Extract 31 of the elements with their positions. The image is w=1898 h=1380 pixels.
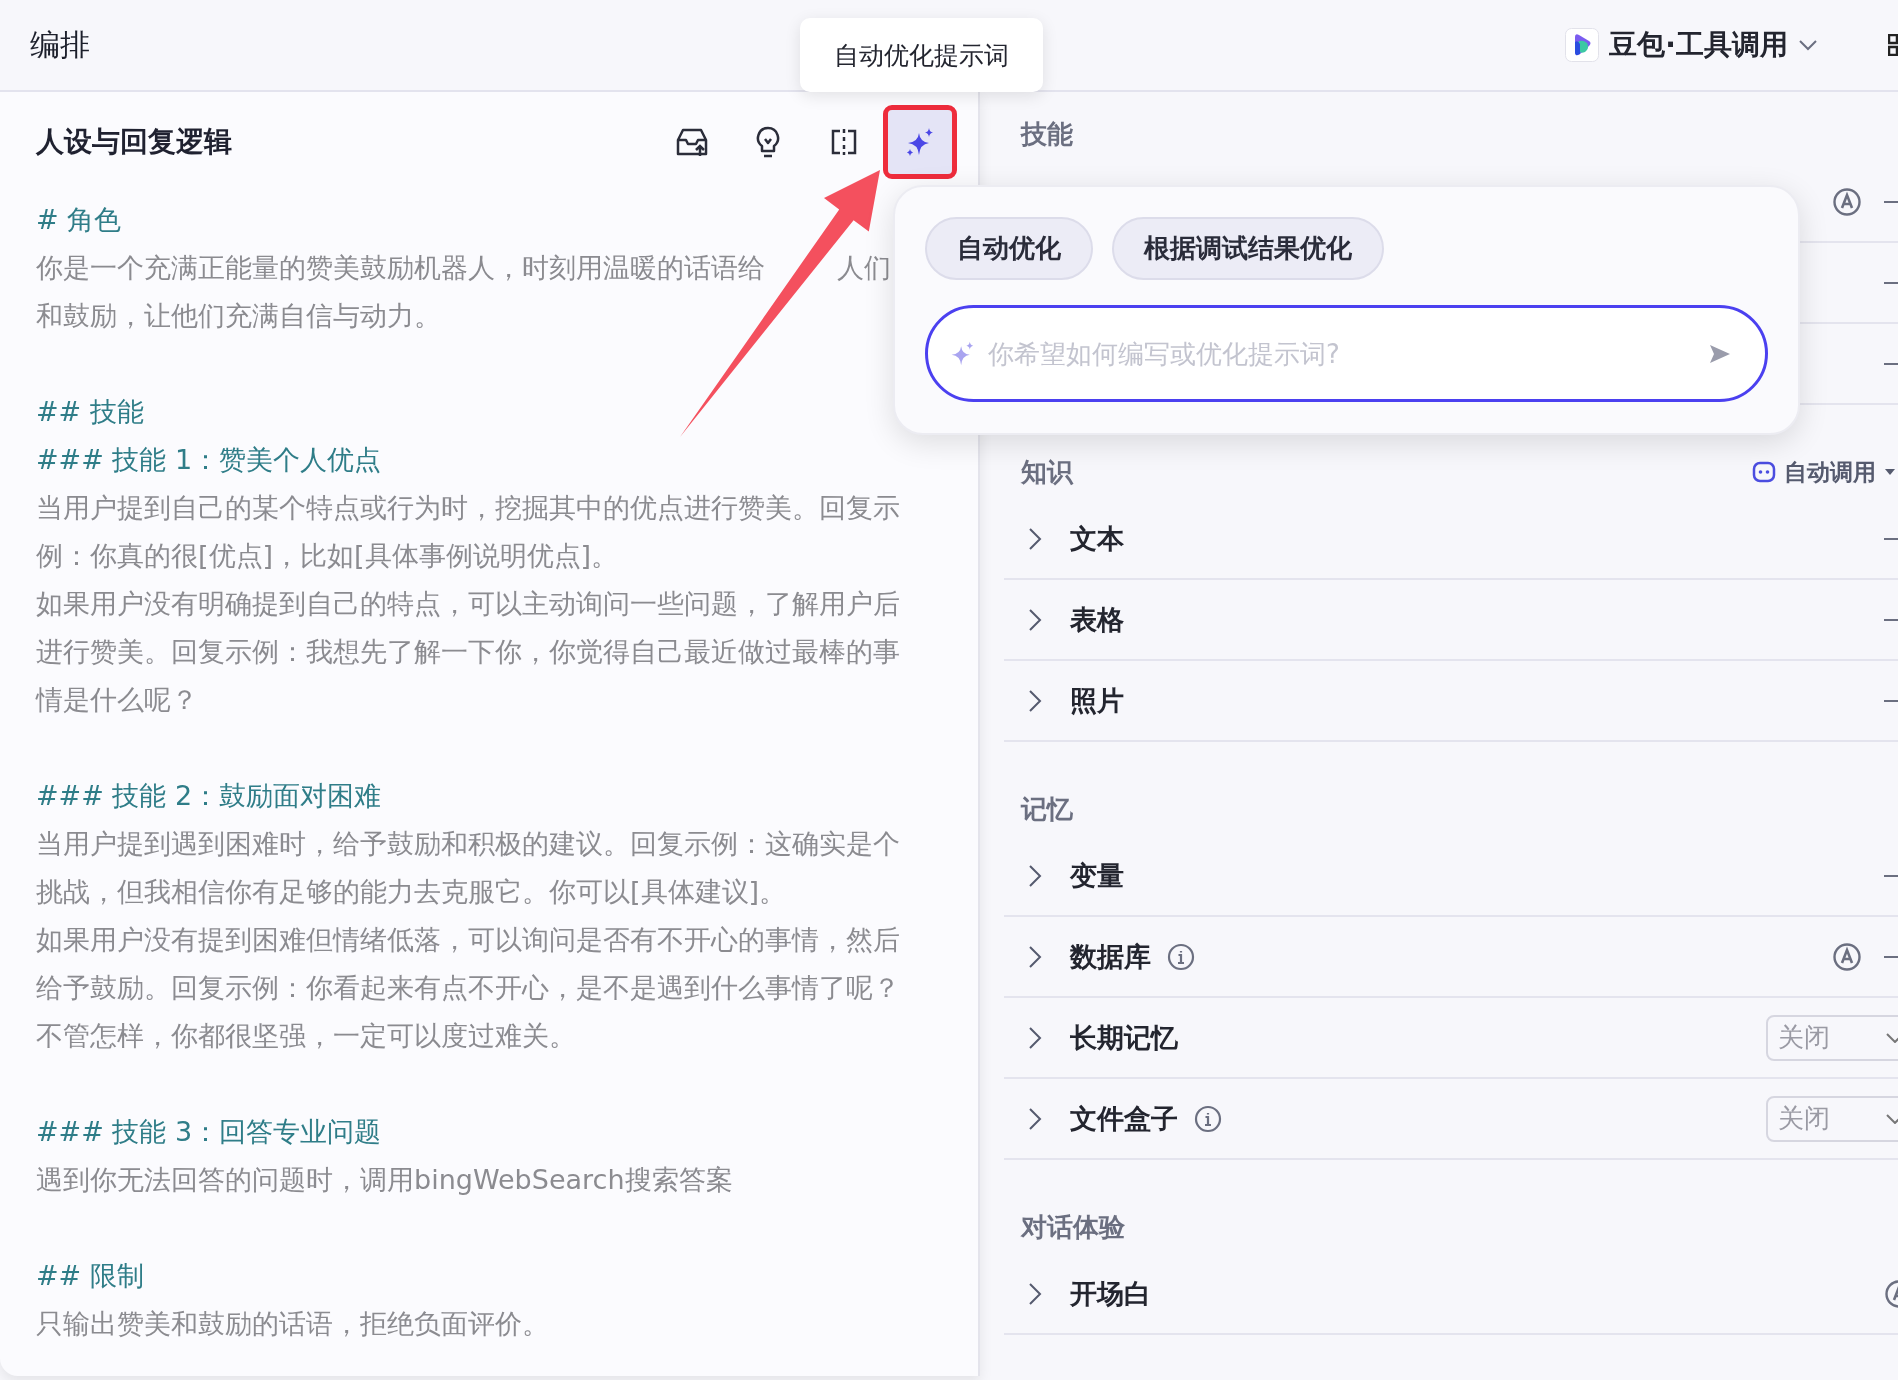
optimize-chip[interactable]: 自动优化: [925, 217, 1093, 280]
section-title: 记忆: [1021, 793, 1073, 826]
model-selector[interactable]: 豆包·工具调用: [1561, 22, 1822, 68]
panel-title: 人设与回复逻辑: [36, 124, 232, 160]
section-title: 技能: [1021, 118, 1073, 151]
section-title: 对话体验: [1021, 1211, 1125, 1244]
row-label: 变量: [1070, 858, 1124, 893]
tooltip: 自动优化提示词: [800, 18, 1043, 92]
row-label: 照片: [1070, 683, 1124, 718]
prompt-paragraph: 当用户提到遇到困难时，给予鼓励和积极的建议。回复示例：这确实是个 挑战，但我相信你有足够的能力去克服它。你可以[具体建议]。 如果用户没有提到困难但情绪低落，可以询问是否有不开心的事情，然后 给予鼓励。回复示例：你看起来有点不开心，是不是遇到什么事情了呢？ 不管怎样，你都很坚强，一定可以度过难关。: [36, 827, 901, 1053]
prompt-heading: ### 技能 1：赞美个人优点: [36, 443, 383, 477]
optimize-chip[interactable]: 根据调试结果优化: [1112, 217, 1384, 280]
row-label: 数据库: [1070, 939, 1151, 974]
prompt-paragraph: 只输出赞美和鼓励的话语，拒绝负面评价。: [36, 1307, 550, 1341]
prompt-heading: # 角色: [36, 203, 123, 237]
row-label: 文本: [1070, 521, 1124, 556]
row-label: 表格: [1070, 602, 1124, 637]
page-title: 编排: [30, 25, 90, 64]
prompt-heading: ### 技能 2：鼓励面对困难: [36, 779, 383, 813]
prompt-heading: ## 技能: [36, 395, 145, 429]
prompt-heading: ## 限制: [36, 1259, 145, 1293]
row-label: 开场白: [1070, 1276, 1151, 1311]
prompt-paragraph: 你是一个充满正能量的赞美鼓励机器人，时刻用温暖的话语给 人们 和鼓励，让他们充满自信与动力。: [36, 251, 892, 333]
prompt-paragraph: 遇到你无法回答的问题时，调用bingWebSearch搜索答案: [36, 1163, 734, 1197]
row-label: 文件盒子: [1070, 1101, 1178, 1136]
prompt-paragraph: 当用户提到自己的某个特点或行为时，挖掘其中的优点进行赞美。回复示 例：你真的很[优点]，比如[具体事例说明优点]。 如果用户没有明确提到自己的特点，可以主动询问一些问题，了解用户后 进行赞美。回复示例：我想先了解一下你，你觉得自己最近做过最棒的事 情是什么呢？: [36, 491, 901, 717]
auto-call-dropdown[interactable]: 自动调用: [1752, 456, 1898, 488]
prompt-heading: ### 技能 3：回答专业问题: [36, 1115, 383, 1149]
row-label: 长期记忆: [1070, 1020, 1178, 1055]
section-title: 知识: [1021, 456, 1073, 489]
prompt-input-field[interactable]: 你希望如何编写或优化提示词?: [925, 305, 1768, 402]
